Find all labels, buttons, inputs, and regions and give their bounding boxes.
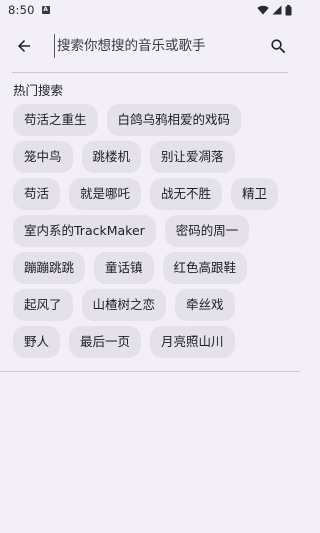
hot-search-tag[interactable]: 野人 [13,326,61,358]
hot-search-tag[interactable]: 笼中鸟 [13,141,73,173]
notification-icon: A [41,6,50,14]
hot-search-tag[interactable]: 牵丝戏 [175,289,235,321]
battery-icon [285,4,292,15]
status-left: 8:50 A [8,3,50,17]
arrow-back-icon [18,40,30,52]
hot-search-tag[interactable]: 山楂树之恋 [81,289,167,321]
hot-search-tag[interactable]: 精卫 [231,178,279,210]
hot-search-tag[interactable]: 月亮照山川 [150,326,235,358]
status-bar: 8:50 A [0,0,300,20]
hot-search-tag[interactable]: 白鸽乌鸦相爱的戏码 [106,104,242,136]
hot-search-tag[interactable]: 密码的周一 [164,215,250,247]
wifi-icon [257,5,269,15]
hot-search-title: 热门搜索 [13,83,64,98]
hot-search-tag[interactable]: 起风了 [13,289,73,321]
hot-search-tag[interactable]: 跳楼机 [81,141,142,173]
search-input[interactable] [54,34,258,58]
hot-search-tag[interactable]: 战无不胜 [150,178,223,210]
search-button[interactable] [266,34,290,58]
search-divider [12,72,288,73]
signal-icon [272,5,282,15]
hot-search-tags: 苟活之重生 白鸽乌鸦相爱的戏码笼中鸟 跳楼机 别让爱凋落苟活 就是哪吒 战无不胜 精卫室内系… [0,100,298,363]
status-time: 8:50 [8,3,35,17]
search-bar [0,20,300,72]
hot-search-tag[interactable]: 红色高跟鞋 [162,252,248,284]
tags-bottom-divider [0,371,300,372]
hot-search-tag[interactable]: 蹦蹦跳跳 [13,252,86,284]
hot-search-tag[interactable]: 别让爱凋落 [150,141,235,173]
hot-search-tag[interactable]: 苟活 [13,178,61,210]
status-icons [257,4,292,16]
search-icon [270,38,285,53]
hot-search-tag[interactable]: 室内系的TrackMaker [13,215,156,247]
back-button[interactable] [12,34,36,58]
hot-search-tag[interactable]: 苟活之重生 [13,104,98,136]
hot-search-tag[interactable]: 就是哪吒 [69,178,142,210]
hot-search-tag[interactable]: 童话镇 [94,252,154,284]
hot-search-tag[interactable]: 最后一页 [69,326,142,358]
